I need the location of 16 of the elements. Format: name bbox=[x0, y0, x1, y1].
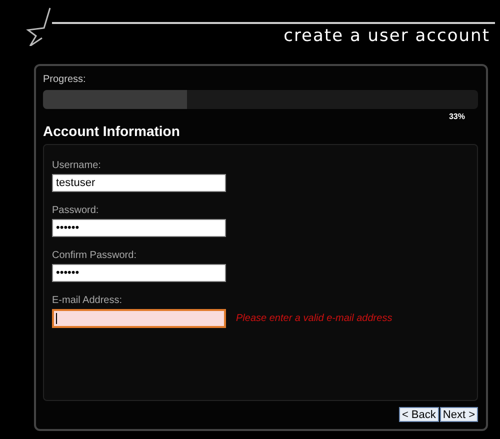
input-field[interactable]: testuser bbox=[52, 174, 226, 192]
field-label: Password: bbox=[52, 204, 100, 217]
progress-percent: 33% bbox=[448, 111, 465, 123]
nav-button[interactable]: Next > bbox=[440, 407, 478, 422]
field-label: Confirm Password: bbox=[52, 249, 138, 262]
input-field[interactable] bbox=[52, 309, 226, 328]
star-logo-icon bbox=[26, 6, 52, 46]
field-label: Username: bbox=[52, 159, 102, 172]
section-heading: Account Information bbox=[43, 123, 181, 139]
error-message: Please enter a valid e-mail address bbox=[236, 312, 392, 326]
input-field[interactable]: •••••• bbox=[52, 264, 226, 282]
input-field[interactable]: •••••• bbox=[52, 219, 226, 237]
progress-label: Progress: bbox=[43, 74, 87, 86]
page-title: create a user account bbox=[284, 26, 490, 46]
field-label: E-mail Address: bbox=[52, 294, 124, 307]
nav-button[interactable]: < Back bbox=[398, 407, 439, 422]
